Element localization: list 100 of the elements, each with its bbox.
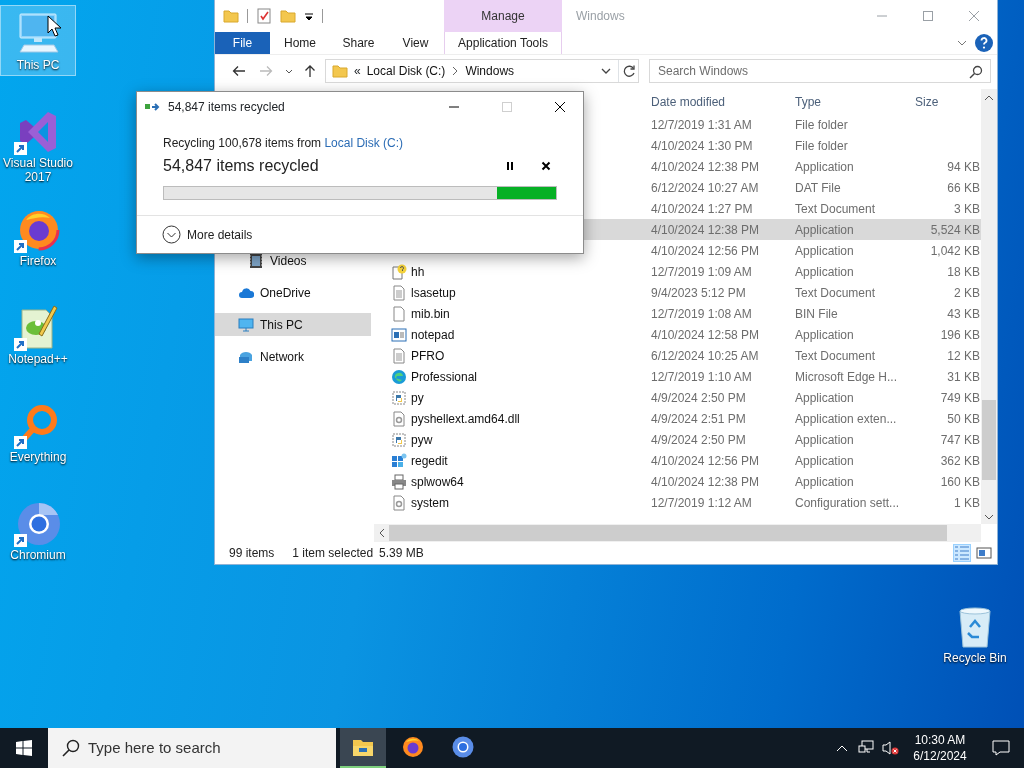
file-name: pyw [411, 431, 433, 449]
browser-logo-icon [391, 368, 407, 385]
date-modified: 6/12/2024 10:25 AM [650, 347, 760, 365]
file-type: Application [794, 473, 855, 491]
taskbar-app[interactable] [340, 728, 386, 768]
file-size: 1,042 KB [929, 242, 981, 260]
ribbon-tab[interactable]: View [387, 31, 444, 54]
refresh-button[interactable] [618, 59, 638, 82]
view-toggle[interactable] [953, 544, 971, 563]
search-icon[interactable] [969, 64, 983, 79]
file-type: File folder [794, 137, 849, 155]
file-name: regedit [411, 452, 448, 470]
close-icon [541, 161, 551, 171]
date-modified: 4/10/2024 12:38 PM [650, 158, 761, 176]
ribbon-tab[interactable]: Share [330, 31, 387, 54]
scroll-left-icon[interactable] [377, 528, 387, 539]
file-row[interactable]: lsasetup 9/4/2023 5:12 PM Text Document 2 KB [374, 282, 981, 304]
date-modified: 12/7/2019 1:12 AM [650, 494, 753, 512]
file-type: Application [794, 158, 855, 176]
file-size: 18 KB [946, 263, 981, 281]
file-row[interactable]: hh 12/7/2019 1:09 AM Application 18 KB [374, 261, 981, 283]
pause-icon [505, 161, 515, 171]
file-tab[interactable]: File [215, 31, 270, 54]
file-row[interactable]: pyw 4/9/2024 2:50 PM Application 747 KB [374, 429, 981, 451]
file-type: Application [794, 242, 855, 260]
window-title: Windows [576, 7, 625, 25]
column-header[interactable]: Type [788, 92, 908, 111]
ribbon-tab[interactable]: Home [270, 31, 330, 54]
clock[interactable]: 10:30 AM 6/12/2024 [902, 728, 978, 768]
file-type: Application [794, 221, 855, 239]
file-row[interactable]: splwow64 4/10/2024 12:38 PM Application 160 KB [374, 471, 981, 493]
file-size: 12 KB [946, 347, 981, 365]
registry-icon [391, 452, 407, 469]
file-name: py [411, 389, 424, 407]
file-size: 3 KB [953, 200, 981, 218]
file-size: 749 KB [939, 389, 981, 407]
vertical-scrollbar[interactable] [981, 89, 997, 525]
search-field[interactable]: Search Windows [649, 58, 991, 83]
file-name: notepad [411, 326, 455, 344]
printer-icon [391, 473, 407, 490]
file-size: 362 KB [939, 452, 981, 470]
nav-item[interactable]: Network [215, 345, 371, 369]
file-size: 43 KB [946, 305, 981, 323]
file-name: pyshellext.amd64.dll [411, 410, 520, 428]
file-type: Application [794, 431, 855, 449]
file-size: 747 KB [939, 431, 981, 449]
file-type: Application [794, 389, 855, 407]
selection-info: 1 item selected [292, 545, 374, 563]
nav-item[interactable]: OneDrive [215, 281, 371, 305]
column-header[interactable]: Date modified [644, 92, 788, 111]
mouse-cursor-icon [47, 15, 61, 37]
file-row[interactable]: Professional 12/7/2019 1:10 AM Microsoft Edge H... 31 KB [374, 366, 981, 388]
search-field[interactable]: Type here to search [48, 728, 336, 768]
file-row[interactable]: regedit 4/10/2024 12:56 PM Application 362 KB [374, 450, 981, 472]
recycle-progress-icon [145, 101, 161, 113]
file-type: Text Document [794, 347, 877, 365]
date-modified: 4/10/2024 1:27 PM [650, 200, 754, 218]
app-window-icon [391, 326, 407, 343]
folder-icon [332, 62, 348, 79]
python-app-icon [391, 389, 407, 406]
breadcrumb[interactable]: Local Disk (C:) [366, 61, 446, 80]
date-modified: 12/7/2019 1:31 AM [650, 116, 753, 134]
item-count: 99 items [229, 545, 275, 563]
horizontal-scrollbar[interactable] [374, 524, 981, 543]
properties-icon[interactable] [256, 7, 272, 24]
settings-file-icon [391, 410, 407, 427]
file-row[interactable]: notepad 4/10/2024 12:58 PM Application 196 KB [374, 324, 981, 346]
date-modified: 4/10/2024 12:58 PM [650, 326, 761, 344]
file-size: 31 KB [946, 368, 981, 386]
file-row[interactable]: mib.bin 12/7/2019 1:08 AM BIN File 43 KB [374, 303, 981, 325]
desktop-shortcut[interactable]: Recycle Bin [936, 598, 1014, 669]
file-type: Application exten... [794, 410, 898, 428]
date-modified: 4/10/2024 1:30 PM [650, 137, 754, 155]
preview-view-icon [976, 545, 992, 562]
address-bar[interactable]: « Local Disk (C:) Windows [325, 58, 639, 83]
column-header[interactable]: Size [908, 92, 981, 111]
scroll-thumb[interactable] [389, 525, 947, 542]
file-row[interactable]: pyshellext.amd64.dll 4/9/2024 2:51 PM Application exten... 50 KB [374, 408, 981, 430]
file-name: Professional [411, 368, 478, 386]
progress-heading: 54,847 items recycled [163, 156, 319, 176]
date-modified: 9/4/2023 5:12 PM [650, 284, 747, 302]
path-overflow-button[interactable]: « [354, 61, 361, 80]
file-row[interactable]: py 4/9/2024 2:50 PM Application 749 KB [374, 387, 981, 409]
nav-item[interactable]: This PC [215, 313, 371, 337]
date-modified: 4/9/2024 2:50 PM [650, 431, 747, 449]
chevron-right-icon [451, 65, 460, 76]
settings-file-icon [391, 494, 407, 511]
breadcrumb[interactable]: Windows [465, 61, 515, 80]
scroll-thumb[interactable] [982, 400, 996, 481]
more-details-toggle[interactable]: More details [137, 215, 583, 253]
python-app-icon [391, 431, 407, 448]
source-link[interactable]: Local Disk (C:) [324, 136, 404, 150]
date-modified: 12/7/2019 1:10 AM [650, 368, 753, 386]
file-row[interactable]: PFRO 6/12/2024 10:25 AM Text Document 12 KB [374, 345, 981, 367]
file-row[interactable]: system 12/7/2019 1:12 AM Configuration sett... 1 KB [374, 492, 981, 514]
file-type: File folder [794, 116, 849, 134]
help-icon[interactable] [974, 32, 994, 53]
date-modified: 4/10/2024 12:38 PM [650, 473, 761, 491]
file-size: 94 KB [946, 158, 981, 176]
file-type: Text Document [794, 200, 877, 218]
